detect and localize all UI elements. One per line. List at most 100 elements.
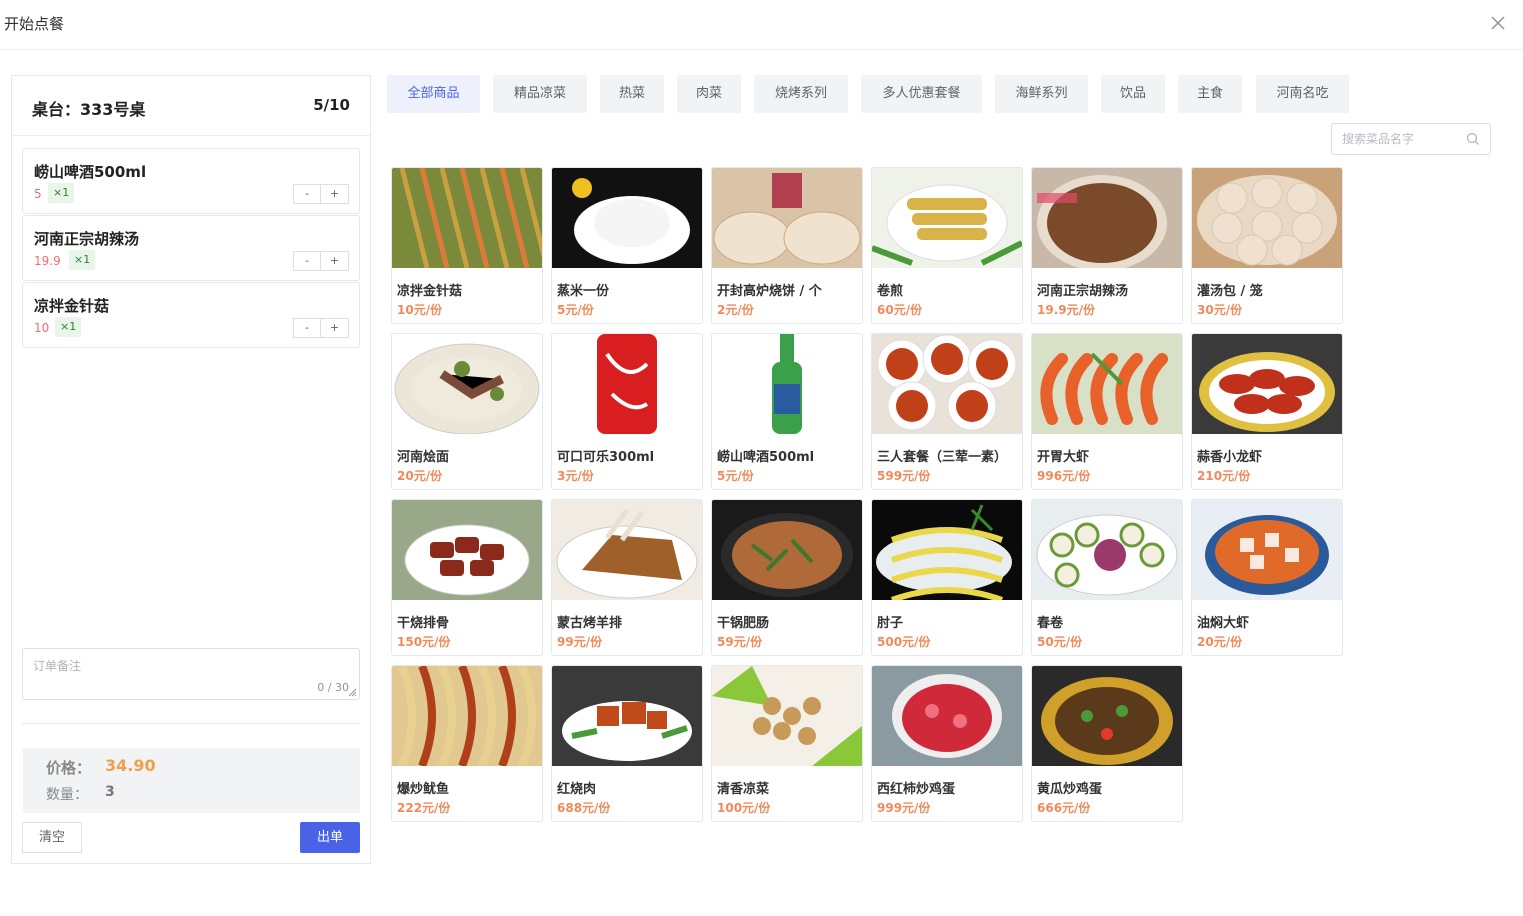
increase-button[interactable]: + — [321, 318, 349, 338]
product-image — [552, 168, 702, 268]
product-image — [392, 500, 542, 600]
cart-item-qty-badge: ×1 — [69, 250, 96, 270]
dialog-title: 开始点餐 — [4, 15, 65, 33]
cart-item-name: 河南正宗胡辣汤 — [34, 230, 140, 248]
cart-item-name: 凉拌金针菇 — [34, 297, 110, 315]
product-card[interactable]: 河南烩面 20元/份 — [391, 333, 543, 490]
product-card[interactable]: 开胃大虾 996元/份 — [1031, 333, 1183, 490]
close-button[interactable] — [1489, 14, 1507, 32]
product-name: 干锅肥肠 — [717, 616, 770, 631]
product-name: 红烧肉 — [557, 782, 597, 797]
decrease-button[interactable]: - — [293, 318, 321, 338]
tab-2[interactable]: 热菜 — [600, 75, 664, 113]
cart-item: 河南正宗胡辣汤 19.9 ×1 - + — [22, 215, 360, 281]
increase-button[interactable]: + — [321, 251, 349, 271]
product-card[interactable]: 油焖大虾 20元/份 — [1191, 499, 1343, 656]
product-name: 开封高炉烧饼 / 个 — [717, 284, 822, 299]
cart-item-price: 5 — [34, 187, 42, 201]
product-price: 222元/份 — [397, 801, 451, 815]
tab-1[interactable]: 精品凉菜 — [493, 75, 587, 113]
product-image — [1032, 168, 1182, 268]
product-image — [712, 666, 862, 766]
resize-handle-icon[interactable] — [347, 687, 357, 697]
product-price: 666元/份 — [1037, 801, 1091, 815]
product-card[interactable]: 春卷 50元/份 — [1031, 499, 1183, 656]
product-price: 30元/份 — [1197, 303, 1243, 317]
product-card[interactable]: 红烧肉 688元/份 — [551, 665, 703, 822]
product-card[interactable]: 可口可乐300ml 3元/份 — [551, 333, 703, 490]
decrease-button[interactable]: - — [293, 184, 321, 204]
tab-8[interactable]: 主食 — [1178, 75, 1242, 113]
tab-4[interactable]: 烧烤系列 — [754, 75, 848, 113]
search-box[interactable] — [1331, 123, 1491, 155]
product-card[interactable]: 凉拌金针菇 10元/份 — [391, 167, 543, 324]
product-price: 60元/份 — [877, 303, 923, 317]
product-card[interactable]: 灌汤包 / 笼 30元/份 — [1191, 167, 1343, 324]
product-name: 西红柿炒鸡蛋 — [877, 782, 956, 797]
tab-5[interactable]: 多人优惠套餐 — [861, 75, 982, 113]
quantity-stepper: - + — [293, 251, 349, 271]
product-image — [712, 334, 862, 434]
tab-9[interactable]: 河南名吃 — [1256, 75, 1349, 113]
product-name: 油焖大虾 — [1197, 616, 1250, 631]
product-price: 20元/份 — [397, 469, 443, 483]
product-name: 蒙古烤羊排 — [557, 616, 623, 631]
product-name: 肘子 — [877, 616, 904, 631]
quantity-label: 数量： — [46, 787, 88, 803]
product-card[interactable]: 崂山啤酒500ml 5元/份 — [711, 333, 863, 490]
search-icon[interactable] — [1466, 132, 1480, 146]
product-card[interactable]: 开封高炉烧饼 / 个 2元/份 — [711, 167, 863, 324]
product-card[interactable]: 西红柿炒鸡蛋 999元/份 — [871, 665, 1023, 822]
tab-0[interactable]: 全部商品 — [387, 75, 480, 113]
product-price: 999元/份 — [877, 801, 931, 815]
tab-3[interactable]: 肉菜 — [677, 75, 741, 113]
product-card[interactable]: 蒜香小龙虾 210元/份 — [1191, 333, 1343, 490]
product-name: 灌汤包 / 笼 — [1197, 284, 1263, 299]
decrease-button[interactable]: - — [293, 251, 321, 271]
product-price: 599元/份 — [877, 469, 931, 483]
product-price: 3元/份 — [557, 469, 594, 483]
order-remark-field[interactable]: 订单备注 0 / 30 — [22, 648, 360, 700]
quantity-value: 3 — [105, 784, 115, 800]
product-card[interactable]: 三人套餐（三荤一素） 599元/份 — [871, 333, 1023, 490]
cart-item-qty-badge: ×1 — [48, 183, 75, 203]
product-card[interactable]: 干烧排骨 150元/份 — [391, 499, 543, 656]
product-card[interactable]: 黄瓜炒鸡蛋 666元/份 — [1031, 665, 1183, 822]
tab-6[interactable]: 海鲜系列 — [995, 75, 1088, 113]
product-image — [1192, 334, 1342, 434]
clear-button[interactable]: 清空 — [22, 822, 82, 853]
order-panel: 桌台：333号桌 5/10 崂山啤酒500ml 5 ×1- + 河南正宗胡辣汤 19.9 ×… — [11, 75, 371, 864]
product-price: 2元/份 — [717, 303, 754, 317]
product-image — [552, 334, 702, 434]
product-card[interactable]: 清香凉菜 100元/份 — [711, 665, 863, 822]
product-name: 清香凉菜 — [717, 782, 770, 797]
submit-order-button[interactable]: 出单 — [300, 822, 360, 853]
product-card[interactable]: 河南正宗胡辣汤 19.9元/份 — [1031, 167, 1183, 324]
search-input[interactable] — [1342, 124, 1462, 154]
product-card[interactable]: 干锅肥肠 59元/份 — [711, 499, 863, 656]
product-card[interactable]: 蒙古烤羊排 99元/份 — [551, 499, 703, 656]
product-image — [712, 500, 862, 600]
product-price: 500元/份 — [877, 635, 931, 649]
product-price: 150元/份 — [397, 635, 451, 649]
product-card[interactable]: 卷煎 60元/份 — [871, 167, 1023, 324]
tab-7[interactable]: 饮品 — [1101, 75, 1165, 113]
product-name: 春卷 — [1037, 616, 1064, 631]
product-price: 10元/份 — [397, 303, 443, 317]
product-image — [872, 168, 1022, 268]
product-price: 100元/份 — [717, 801, 771, 815]
table-label: 桌台：333号桌 — [32, 100, 146, 119]
table-count: 5/10 — [313, 96, 350, 114]
product-card[interactable]: 蒸米一份 5元/份 — [551, 167, 703, 324]
increase-button[interactable]: + — [321, 184, 349, 204]
product-price: 5元/份 — [717, 469, 754, 483]
product-image — [1192, 500, 1342, 600]
product-image — [1192, 168, 1342, 268]
product-image — [872, 334, 1022, 434]
order-summary: 价格： 34.90 数量： 3 — [23, 748, 360, 813]
product-card[interactable]: 爆炒鱿鱼 222元/份 — [391, 665, 543, 822]
product-name: 蒜香小龙虾 — [1197, 450, 1263, 465]
product-card[interactable]: 肘子 500元/份 — [871, 499, 1023, 656]
product-image — [552, 666, 702, 766]
price-label: 价格： — [46, 759, 92, 777]
